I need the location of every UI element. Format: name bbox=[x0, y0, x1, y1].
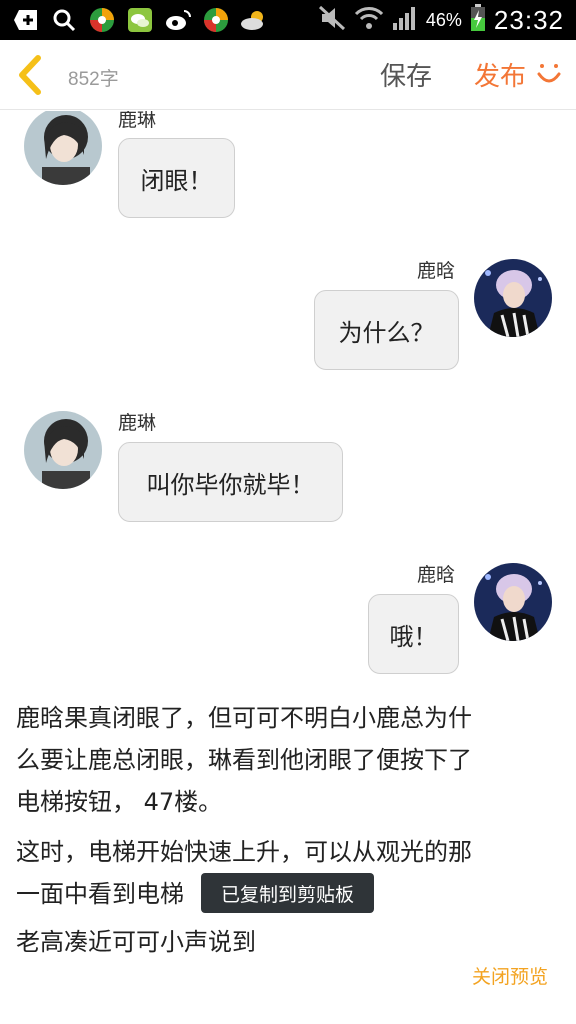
search-icon bbox=[50, 6, 78, 34]
story-paragraph: 鹿晗果真闭眼了，但可可不明白小鹿总为什 么要让鹿总闭眼，琳看到他闭眼了便按下了 … bbox=[16, 697, 556, 823]
message-author: 鹿晗 bbox=[417, 260, 456, 282]
editor-header: 852字 保存 发布 bbox=[0, 40, 576, 110]
back-button[interactable] bbox=[14, 54, 48, 96]
message-bubble: 哦！ bbox=[368, 594, 459, 674]
avatar-lulin bbox=[24, 411, 102, 489]
message-bubble: 叫你毕你就毕！ bbox=[118, 442, 343, 522]
message-bubble: 为什么？ bbox=[314, 290, 459, 370]
notification-icons bbox=[12, 6, 268, 34]
weather-icon bbox=[240, 6, 268, 34]
system-icons: 46% 23:32 bbox=[318, 0, 564, 40]
clock: 23:32 bbox=[493, 4, 564, 35]
post-preview: 鹿琳 闭眼！ 鹿晗 为什么？ 鹿琳 叫你毕你就毕！ 鹿晗 哦！ 鹿晗果真闭眼了，… bbox=[0, 111, 576, 1024]
weibo-icon bbox=[164, 6, 192, 34]
wifi-icon bbox=[354, 5, 384, 35]
story-paragraph: 老高凑近可可小声说到 bbox=[16, 921, 556, 963]
message-author: 鹿晗 bbox=[417, 564, 456, 586]
publish-button[interactable]: 发布 bbox=[474, 56, 526, 93]
wechat-icon bbox=[126, 6, 154, 34]
paragraph-line: 老高凑近可可小声说到 bbox=[16, 928, 256, 956]
app-icon-2 bbox=[202, 6, 230, 34]
status-bar: 46% 23:32 bbox=[0, 0, 576, 40]
save-button[interactable]: 保存 bbox=[380, 56, 432, 93]
avatar-luhan bbox=[474, 259, 552, 337]
message-author: 鹿琳 bbox=[118, 111, 157, 131]
avatar-lulin bbox=[24, 111, 102, 185]
plus-box-icon bbox=[12, 6, 40, 34]
paragraph-line: 么要让鹿总闭眼，琳看到他闭眼了便按下了 bbox=[16, 746, 472, 774]
battery-percent: 46% bbox=[425, 9, 462, 30]
message-bubble: 闭眼！ bbox=[118, 138, 235, 218]
word-count: 852字 bbox=[68, 69, 119, 90]
signal-icon bbox=[392, 5, 418, 35]
paragraph-line: 鹿晗果真闭眼了，但可可不明白小鹿总为什 bbox=[16, 704, 472, 732]
close-preview-button[interactable]: 关闭预览 bbox=[472, 962, 548, 989]
app-icon-1 bbox=[88, 6, 116, 34]
smile-icon[interactable] bbox=[536, 62, 562, 88]
paragraph-line: 电梯按钮， 47楼。 bbox=[16, 788, 223, 816]
mute-icon bbox=[318, 5, 346, 35]
avatar-luhan bbox=[474, 563, 552, 641]
paragraph-line: 这时，电梯开始快速上升，可以从观光的那 bbox=[16, 838, 472, 866]
message-author: 鹿琳 bbox=[118, 412, 157, 434]
paragraph-text: 一面中看到电梯 bbox=[16, 880, 184, 908]
copied-toast: 已复制到剪贴板 bbox=[201, 873, 374, 913]
battery-charging-icon bbox=[470, 4, 486, 36]
chevron-left-icon bbox=[19, 55, 41, 95]
